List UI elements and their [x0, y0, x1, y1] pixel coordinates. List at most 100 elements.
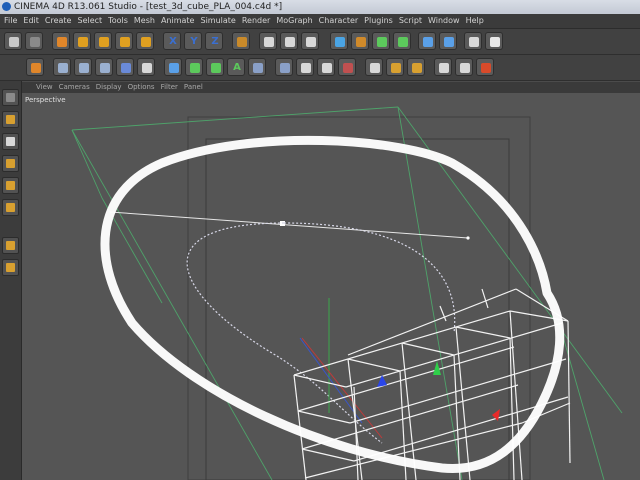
undo-icon [9, 37, 19, 47]
menu-plugins[interactable]: Plugins [361, 14, 396, 28]
menu-window[interactable]: Window [425, 14, 463, 28]
recent-tools-button[interactable] [136, 32, 154, 50]
y-axis-lock-icon: Y [190, 36, 198, 47]
deformer-bend-button[interactable] [418, 32, 436, 50]
cloner-button[interactable] [185, 58, 203, 76]
viewport-menu-panel[interactable]: Panel [181, 82, 206, 93]
menu-edit[interactable]: Edit [20, 14, 42, 28]
points-mode-button[interactable] [53, 58, 71, 76]
joint-button[interactable] [386, 58, 404, 76]
polygon-tool-button[interactable] [2, 199, 19, 216]
sketch-tag-button[interactable] [365, 58, 383, 76]
scale-icon [99, 37, 109, 47]
viewport-scene [71, 106, 623, 480]
cloner-icon [190, 63, 200, 73]
grid-object-button[interactable] [248, 58, 266, 76]
texture-mode-button[interactable] [137, 58, 155, 76]
viewport-menu-cameras[interactable]: Cameras [56, 82, 93, 93]
text-object-button[interactable]: A [227, 58, 245, 76]
menu-tools[interactable]: Tools [105, 14, 131, 28]
menu-help[interactable]: Help [463, 14, 487, 28]
redo-button[interactable] [25, 32, 43, 50]
z-axis-lock-button[interactable]: Z [205, 32, 223, 50]
z-axis-line [299, 337, 363, 424]
fracture-button[interactable] [206, 58, 224, 76]
light-button[interactable] [485, 32, 503, 50]
render-view-button[interactable] [259, 32, 277, 50]
weight-tool-button[interactable] [407, 58, 425, 76]
rotate-button[interactable] [115, 32, 133, 50]
scale-button[interactable] [94, 32, 112, 50]
coordinate-system-button[interactable] [232, 32, 250, 50]
model-tool-button[interactable] [2, 111, 19, 128]
array-generator-button[interactable] [393, 32, 411, 50]
model-mode-button[interactable] [116, 58, 134, 76]
cube-object-button[interactable] [330, 32, 348, 50]
y-axis-lock-button[interactable]: Y [184, 32, 202, 50]
spline-pen-icon [356, 37, 366, 47]
move-button[interactable] [73, 32, 91, 50]
menu-mograph[interactable]: MoGraph [273, 14, 315, 28]
instance-object-icon [322, 63, 332, 73]
viewport-menu-display[interactable]: Display [93, 82, 125, 93]
menu-select[interactable]: Select [74, 14, 105, 28]
x-axis-lock-button[interactable]: X [163, 32, 181, 50]
magnet-button[interactable] [2, 259, 19, 276]
menu-render[interactable]: Render [239, 14, 273, 28]
cube-wireframe-array [293, 288, 571, 480]
viewport-menu-options[interactable]: Options [125, 82, 158, 93]
plane-object-button[interactable] [275, 58, 293, 76]
spline-pen-button[interactable] [351, 32, 369, 50]
tag-object-button[interactable] [338, 58, 356, 76]
window-title: CINEMA 4D R13.061 Studio - [test_3d_cube… [14, 2, 283, 12]
object-axis-button[interactable] [2, 155, 19, 172]
render-picture-viewer-button[interactable] [280, 32, 298, 50]
viewport-menu-filter[interactable]: Filter [158, 82, 181, 93]
menu-file[interactable]: File [0, 14, 20, 28]
menu-character[interactable]: Character [316, 14, 362, 28]
menu-animate[interactable]: Animate [158, 14, 198, 28]
camera-button[interactable] [464, 32, 482, 50]
render-settings-button[interactable] [301, 32, 319, 50]
viewport-menu-view[interactable]: View [22, 82, 56, 93]
edges-mode-button[interactable] [74, 58, 92, 76]
play-animation-icon [481, 63, 491, 73]
main-toolbar: X Y Z [0, 29, 640, 55]
undo-button[interactable] [4, 32, 22, 50]
subdivision-surface-button[interactable] [372, 32, 390, 50]
text-object-icon: A [233, 62, 241, 73]
points-tool-button[interactable] [2, 177, 19, 194]
render-settings-icon [306, 37, 316, 47]
texture-tool-button[interactable] [2, 133, 19, 150]
model-tool-icon [6, 115, 15, 124]
instance-object-button[interactable] [317, 58, 335, 76]
selection-mode-button[interactable] [26, 58, 44, 76]
move-icon [78, 37, 88, 47]
spline-tangent-handle [466, 236, 470, 240]
snapping-button[interactable] [2, 237, 19, 254]
menu-create[interactable]: Create [42, 14, 75, 28]
safe-frame-outer [187, 116, 531, 480]
menu-simulate[interactable]: Simulate [197, 14, 238, 28]
sphere-object-button[interactable] [296, 58, 314, 76]
make-editable-button[interactable] [2, 89, 19, 106]
polygon-tool-icon [6, 203, 15, 212]
play-animation-button[interactable] [476, 58, 494, 76]
menu-mesh[interactable]: Mesh [131, 14, 158, 28]
viewport-menubar: View Cameras Display Options Filter Panel [22, 82, 640, 93]
left-mode-palette [0, 81, 22, 480]
menu-script[interactable]: Script [396, 14, 425, 28]
weight-tool-icon [412, 63, 422, 73]
keyframe-button[interactable] [455, 58, 473, 76]
workplane-button[interactable] [164, 58, 182, 76]
live-selection-button[interactable] [52, 32, 70, 50]
perspective-viewport[interactable]: Perspective [22, 93, 640, 480]
light-icon [490, 37, 500, 47]
animation-record-icon [439, 63, 449, 73]
polygons-mode-button[interactable] [95, 58, 113, 76]
x-axis-lock-icon: X [169, 36, 177, 47]
recent-tools-icon [141, 37, 151, 47]
floor-scene-button[interactable] [439, 32, 457, 50]
floor-scene-icon [444, 37, 454, 47]
animation-record-button[interactable] [434, 58, 452, 76]
